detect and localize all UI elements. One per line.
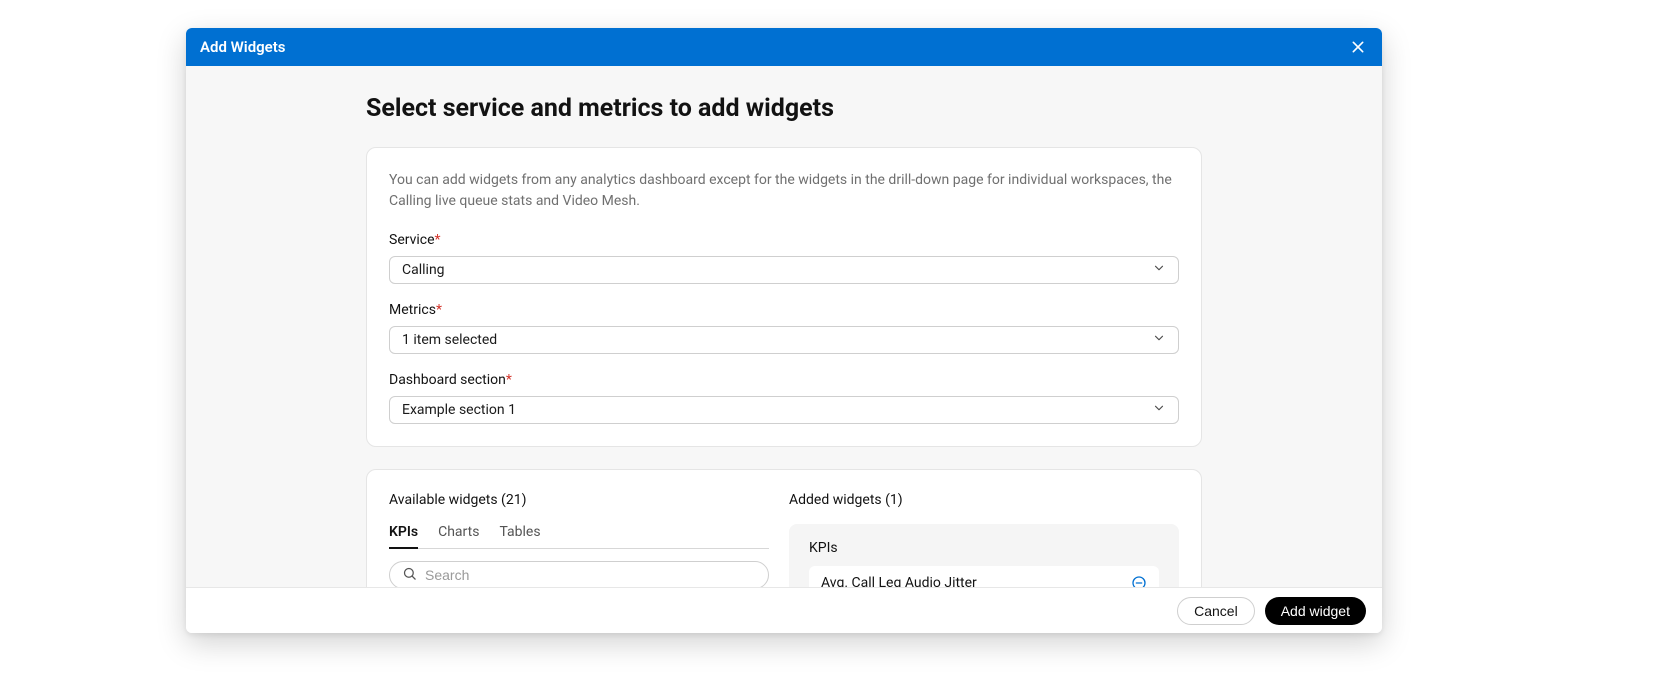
widgets-card: Available widgets (21) KPIs Charts Table… xyxy=(366,469,1202,587)
chevron-down-icon xyxy=(1152,401,1166,419)
add-widget-button[interactable]: Add widget xyxy=(1265,597,1366,625)
dashboard-section-label: Dashboard section* xyxy=(389,372,1179,388)
metrics-value: 1 item selected xyxy=(402,332,497,348)
added-widget-name: Avg. Call Leg Audio Jitter xyxy=(821,575,977,587)
tab-charts[interactable]: Charts xyxy=(438,524,479,548)
tab-tables[interactable]: Tables xyxy=(499,524,540,548)
added-widgets-column: Added widgets (1) KPIs Avg. Call Leg Aud… xyxy=(789,492,1179,587)
modal-footer: Cancel Add widget xyxy=(186,587,1382,633)
metrics-select[interactable]: 1 item selected xyxy=(389,326,1179,354)
search-input[interactable] xyxy=(425,567,756,583)
dashboard-section-value: Example section 1 xyxy=(402,402,516,418)
remove-circle-icon[interactable] xyxy=(1131,575,1147,587)
cancel-button[interactable]: Cancel xyxy=(1177,597,1255,625)
search-icon xyxy=(402,566,417,585)
dashboard-section-field: Dashboard section* Example section 1 xyxy=(389,372,1179,424)
modal-body: Select service and metrics to add widget… xyxy=(186,66,1382,587)
close-icon[interactable] xyxy=(1348,37,1368,57)
added-widgets-title: Added widgets (1) xyxy=(789,492,1179,508)
added-widgets-panel: KPIs Avg. Call Leg Audio Jitter xyxy=(789,524,1179,587)
service-field: Service* Calling xyxy=(389,232,1179,284)
added-section-label: KPIs xyxy=(809,540,1159,556)
page-title: Select service and metrics to add widget… xyxy=(366,94,1202,123)
dashboard-section-select[interactable]: Example section 1 xyxy=(389,396,1179,424)
metrics-label: Metrics* xyxy=(389,302,1179,318)
service-value: Calling xyxy=(402,262,445,278)
chevron-down-icon xyxy=(1152,261,1166,279)
description-text: You can add widgets from any analytics d… xyxy=(389,170,1179,212)
search-box[interactable] xyxy=(389,561,769,587)
modal-title: Add Widgets xyxy=(200,38,286,56)
chevron-down-icon xyxy=(1152,331,1166,349)
add-widgets-modal: Add Widgets Select service and metrics t… xyxy=(186,28,1382,633)
added-widget-item: Avg. Call Leg Audio Jitter xyxy=(809,566,1159,587)
available-widgets-title: Available widgets (21) xyxy=(389,492,769,508)
service-label: Service* xyxy=(389,232,1179,248)
widget-tabs: KPIs Charts Tables xyxy=(389,524,769,549)
metrics-field: Metrics* 1 item selected xyxy=(389,302,1179,354)
available-widgets-column: Available widgets (21) KPIs Charts Table… xyxy=(389,492,769,587)
tab-kpis[interactable]: KPIs xyxy=(389,524,418,548)
modal-header: Add Widgets xyxy=(186,28,1382,66)
service-select[interactable]: Calling xyxy=(389,256,1179,284)
settings-card: You can add widgets from any analytics d… xyxy=(366,147,1202,447)
